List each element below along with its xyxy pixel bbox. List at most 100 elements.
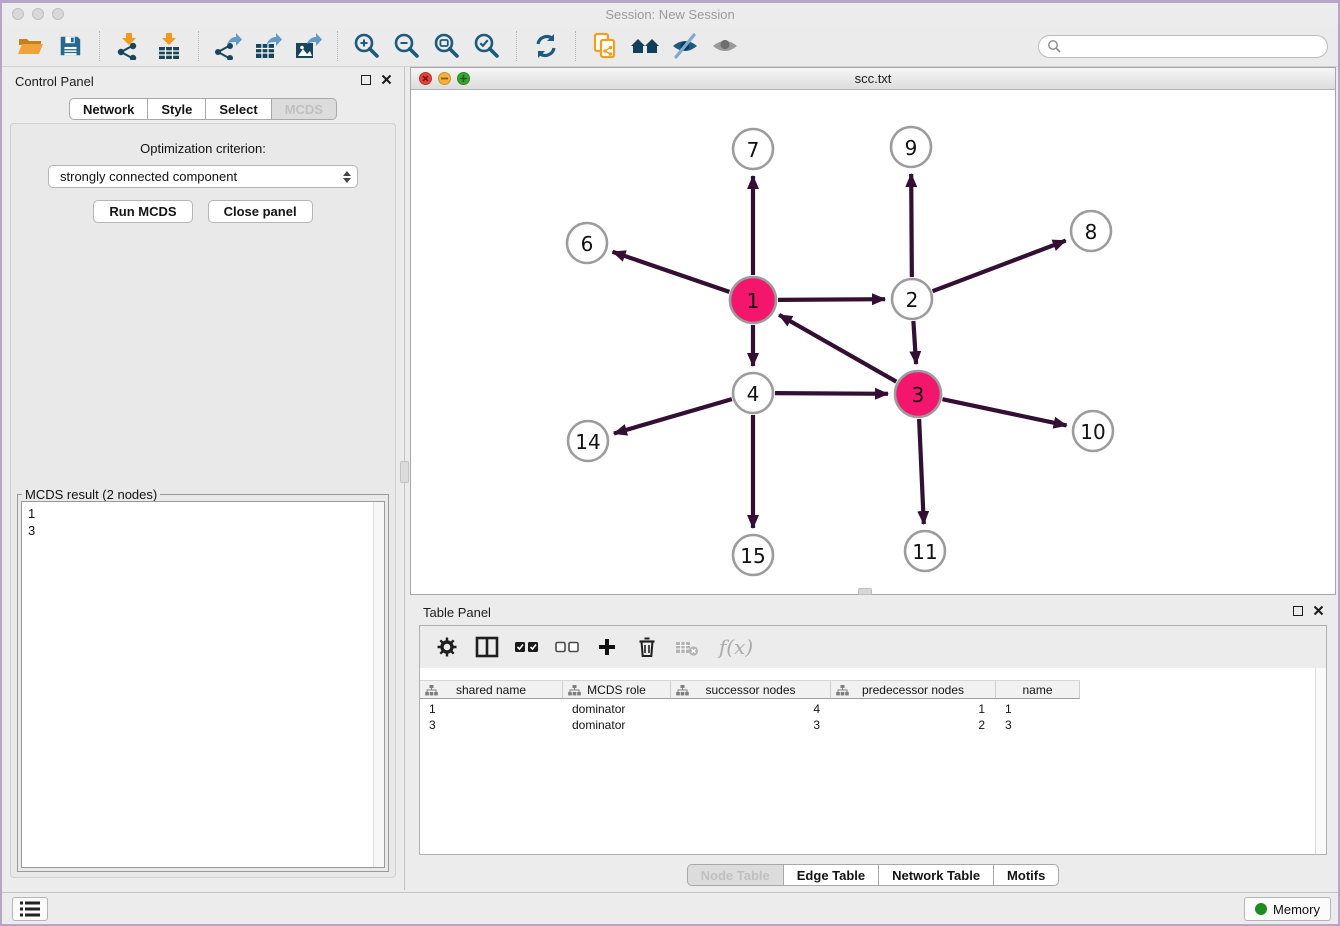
result-line: 1 bbox=[22, 505, 384, 522]
status-bar: Memory bbox=[2, 892, 1338, 924]
network-close-button[interactable] bbox=[419, 72, 432, 85]
column-header-successor-nodes[interactable]: successor nodes bbox=[671, 680, 831, 699]
cell-name[interactable]: 1 bbox=[996, 701, 1080, 717]
control-panel-header: Control Panel bbox=[2, 67, 404, 95]
save-session-button[interactable] bbox=[52, 30, 88, 62]
cell-predecessor-nodes[interactable]: 1 bbox=[831, 701, 996, 717]
column-header-shared-name[interactable]: shared name bbox=[420, 680, 563, 699]
export-network-button[interactable] bbox=[210, 30, 246, 62]
export-network-icon bbox=[214, 32, 242, 60]
export-table-button[interactable] bbox=[250, 30, 286, 62]
mcds-result-list[interactable]: 1 3 bbox=[21, 501, 385, 868]
zoom-selected-button[interactable] bbox=[469, 30, 505, 62]
tab-network-table[interactable]: Network Table bbox=[879, 864, 994, 886]
cell-predecessor-nodes[interactable]: 2 bbox=[831, 717, 996, 733]
mcds-result-title: MCDS result (2 nodes) bbox=[22, 487, 160, 502]
memory-button[interactable]: Memory bbox=[1244, 897, 1331, 921]
delete-table-icon bbox=[676, 638, 699, 657]
minimize-window-button[interactable] bbox=[32, 8, 44, 20]
zoom-in-button[interactable] bbox=[349, 30, 385, 62]
network-minimize-button[interactable] bbox=[438, 72, 451, 85]
show-hidden-button[interactable] bbox=[707, 30, 743, 62]
refresh-view-button[interactable] bbox=[528, 30, 564, 62]
graph-node-label: 10 bbox=[1080, 420, 1105, 444]
column-header-name[interactable]: name bbox=[996, 680, 1080, 699]
cell-mcds-role[interactable]: dominator bbox=[563, 717, 671, 733]
table-row[interactable]: 3 dominator 3 2 3 bbox=[420, 717, 1080, 733]
table-scrollbar[interactable] bbox=[1315, 668, 1326, 854]
network-window-title: scc.txt bbox=[855, 71, 892, 86]
table-settings-button[interactable] bbox=[432, 632, 462, 662]
column-header-mcds-role[interactable]: MCDS role bbox=[563, 680, 671, 699]
result-scrollbar[interactable] bbox=[373, 502, 384, 867]
task-history-button[interactable] bbox=[12, 897, 48, 921]
tab-edge-table[interactable]: Edge Table bbox=[784, 864, 879, 886]
vertical-splitter-handle[interactable] bbox=[400, 461, 409, 483]
tab-mcds[interactable]: MCDS bbox=[272, 98, 337, 120]
graph-edge-3-10[interactable] bbox=[942, 399, 1066, 425]
cell-mcds-role[interactable]: dominator bbox=[563, 701, 671, 717]
network-graph: 7968124314101511 bbox=[411, 91, 1335, 594]
delete-column-button[interactable] bbox=[632, 632, 662, 662]
graph-edge-1-6[interactable] bbox=[613, 252, 730, 292]
horizontal-splitter-handle[interactable] bbox=[858, 588, 872, 595]
graph-edge-4-3[interactable] bbox=[775, 393, 888, 394]
import-network-button[interactable] bbox=[111, 30, 147, 62]
attribute-tree-icon bbox=[568, 685, 581, 696]
close-panel-icon[interactable] bbox=[381, 74, 392, 85]
criterion-select[interactable]: strongly connected component bbox=[48, 165, 358, 188]
maximize-window-button[interactable] bbox=[52, 8, 64, 20]
graph-edge-4-14[interactable] bbox=[614, 399, 732, 433]
graph-edge-3-11[interactable] bbox=[919, 419, 924, 524]
table-row[interactable]: 1 dominator 4 1 1 bbox=[420, 701, 1080, 717]
close-window-button[interactable] bbox=[12, 8, 24, 20]
deselect-all-button[interactable] bbox=[552, 632, 582, 662]
function-builder-button[interactable]: f(x) bbox=[712, 632, 760, 662]
export-image-button[interactable] bbox=[290, 30, 326, 62]
network-canvas[interactable]: 7968124314101511 bbox=[411, 91, 1335, 594]
tab-select[interactable]: Select bbox=[206, 98, 271, 120]
open-session-button[interactable] bbox=[12, 30, 48, 62]
graph-edge-1-2[interactable] bbox=[778, 299, 885, 300]
attribute-tree-icon bbox=[425, 685, 438, 696]
show-column-panel-button[interactable] bbox=[472, 632, 502, 662]
table-tabs: Node Table Edge Table Network Table Moti… bbox=[410, 864, 1336, 886]
tab-style[interactable]: Style bbox=[148, 98, 206, 120]
cell-successor-nodes[interactable]: 3 bbox=[671, 717, 831, 733]
network-maximize-button[interactable] bbox=[457, 72, 470, 85]
zoom-fit-button[interactable] bbox=[429, 30, 465, 62]
close-table-panel-icon[interactable] bbox=[1313, 605, 1324, 616]
cell-shared-name[interactable]: 3 bbox=[420, 717, 563, 733]
tab-motifs[interactable]: Motifs bbox=[994, 864, 1059, 886]
create-column-button[interactable] bbox=[592, 632, 622, 662]
select-all-button[interactable] bbox=[512, 632, 542, 662]
tab-node-table[interactable]: Node Table bbox=[687, 864, 784, 886]
tab-network[interactable]: Network bbox=[69, 98, 148, 120]
network-window-titlebar[interactable]: scc.txt bbox=[411, 68, 1335, 90]
show-all-networks-button[interactable] bbox=[627, 30, 663, 62]
window-title: Session: New Session bbox=[605, 7, 734, 22]
cell-name[interactable]: 3 bbox=[996, 717, 1080, 733]
hide-selected-button[interactable] bbox=[667, 30, 703, 62]
graph-edge-2-3[interactable] bbox=[913, 321, 916, 364]
table-toolbar: f(x) bbox=[420, 626, 1326, 668]
run-mcds-button[interactable]: Run MCDS bbox=[93, 200, 192, 223]
graph-node-label: 6 bbox=[581, 232, 594, 256]
houses-icon bbox=[630, 33, 660, 59]
clone-network-button[interactable] bbox=[587, 30, 623, 62]
import-table-button[interactable] bbox=[151, 30, 187, 62]
float-panel-icon[interactable] bbox=[361, 75, 371, 85]
graph-edge-3-1[interactable] bbox=[779, 315, 896, 382]
graph-edge-2-8[interactable] bbox=[933, 241, 1066, 292]
cell-shared-name[interactable]: 1 bbox=[420, 701, 563, 717]
cell-successor-nodes[interactable]: 4 bbox=[671, 701, 831, 717]
delete-table-button[interactable] bbox=[672, 632, 702, 662]
float-table-panel-icon[interactable] bbox=[1293, 606, 1303, 616]
column-header-predecessor-nodes[interactable]: predecessor nodes bbox=[831, 680, 996, 699]
close-panel-button[interactable]: Close panel bbox=[208, 200, 313, 223]
search-input[interactable] bbox=[1066, 39, 1319, 53]
zoom-out-button[interactable] bbox=[389, 30, 425, 62]
export-table-icon bbox=[254, 32, 282, 60]
graph-edge-2-9[interactable] bbox=[911, 174, 912, 277]
eye-slash-icon bbox=[671, 33, 699, 59]
